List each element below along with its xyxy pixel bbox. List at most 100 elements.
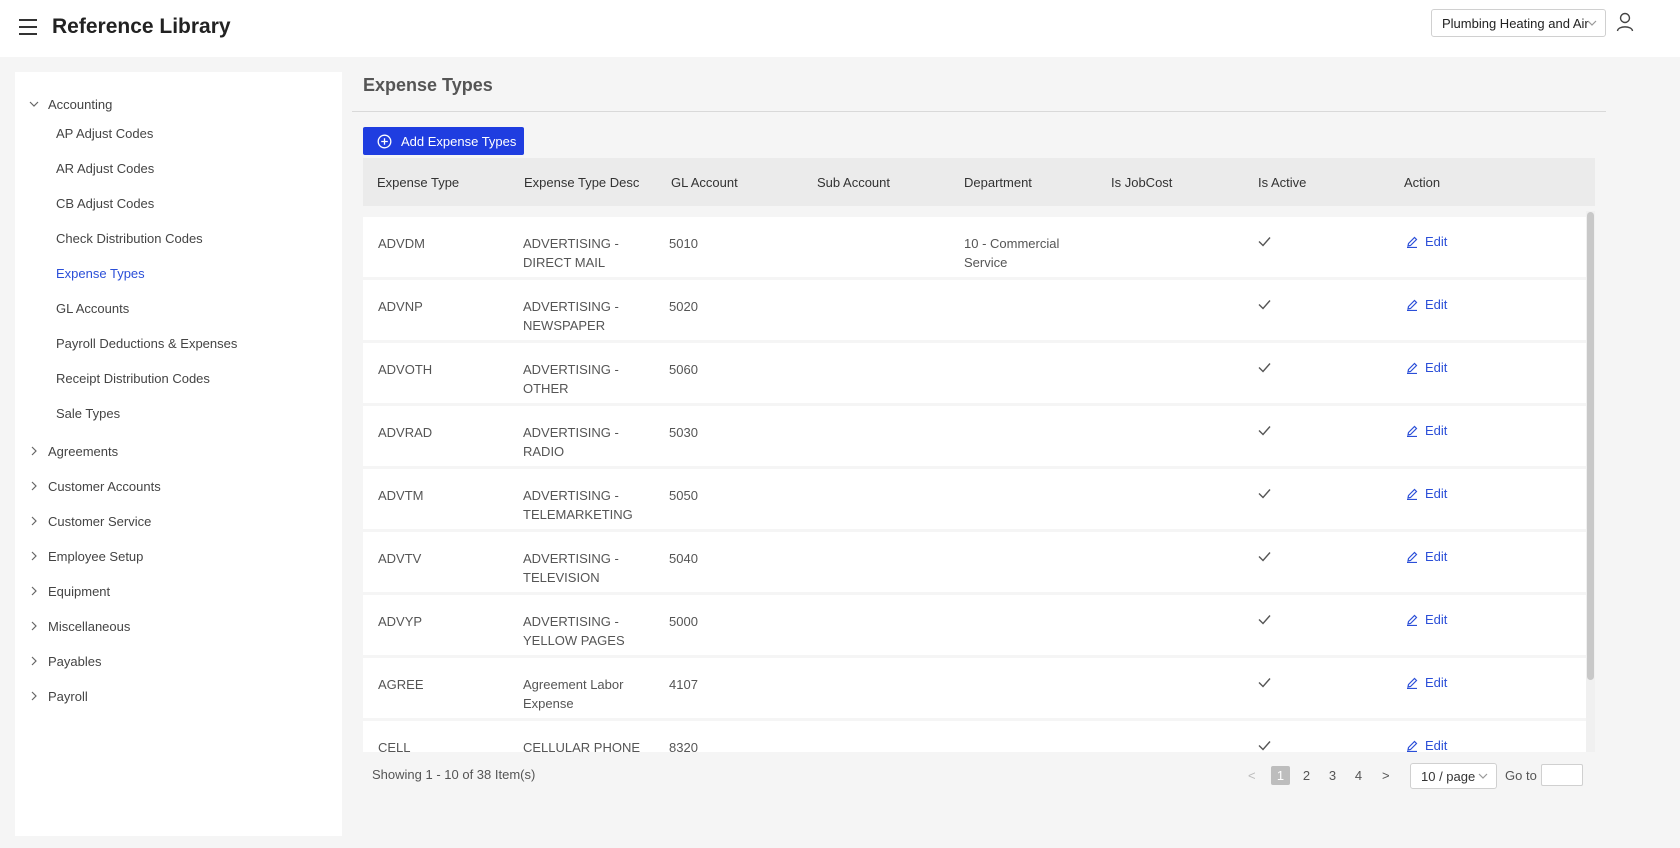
cell-expense-type-desc: ADVERTISING - OTHER — [523, 362, 619, 396]
sidebar-group-label: Employee Setup — [48, 549, 144, 564]
sidebar-group-payroll[interactable]: Payroll — [15, 684, 342, 710]
chevron-right-icon — [31, 446, 37, 456]
cell-gl-account: 8320 — [669, 740, 698, 752]
chevron-right-icon — [31, 481, 37, 491]
page-size-select[interactable]: 10 / page — [1410, 763, 1497, 789]
sidebar-group-equipment[interactable]: Equipment — [15, 579, 342, 605]
edit-icon — [1407, 362, 1418, 374]
edit-label: Edit — [1425, 612, 1448, 627]
page-title: Expense Types — [363, 75, 493, 95]
table-row: ADVDM ADVERTISING - DIRECT MAIL 5010 10 -… — [363, 217, 1586, 277]
table-row: AGREE Agreement Labor Expense 4107 Edit — [363, 658, 1586, 718]
edit-label: Edit — [1425, 360, 1448, 375]
column-header-is-jobcost[interactable]: Is JobCost — [1111, 175, 1172, 190]
page-button-2[interactable]: 2 — [1297, 766, 1316, 785]
chevron-right-icon — [31, 516, 37, 526]
top-header: Reference Library Plumbing Heating and A… — [0, 0, 1680, 57]
cell-expense-type: ADVOTH — [378, 362, 433, 377]
column-header-expense-type-desc[interactable]: Expense Type Desc — [524, 175, 639, 190]
sidebar-item-payroll-deductions[interactable]: Payroll Deductions & Expenses — [56, 336, 237, 358]
check-icon — [1258, 300, 1271, 310]
sidebar-group-label: Miscellaneous — [48, 619, 131, 634]
cell-gl-account: 5050 — [669, 488, 698, 503]
sidebar-group-miscellaneous[interactable]: Miscellaneous — [15, 614, 342, 640]
sidebar-item-gl-accounts[interactable]: GL Accounts — [56, 301, 129, 323]
chevron-down-icon — [1478, 773, 1488, 779]
cell-expense-type-desc: CELLULAR PHONE — [523, 740, 641, 752]
check-icon — [1258, 615, 1271, 625]
table-body[interactable]: ADVDM ADVERTISING - DIRECT MAIL 5010 10 -… — [363, 211, 1595, 752]
menu-icon[interactable] — [19, 19, 37, 35]
previous-page-button[interactable]: < — [1248, 768, 1256, 783]
column-header-is-active[interactable]: Is Active — [1258, 175, 1306, 190]
edit-label: Edit — [1425, 738, 1448, 752]
page-size-value: 10 / page — [1421, 769, 1476, 784]
add-button-label: Add Expense Types — [401, 134, 517, 149]
column-header-action: Action — [1404, 175, 1441, 190]
page-button-1[interactable]: 1 — [1271, 766, 1290, 785]
sidebar-item-ap-adjust-codes[interactable]: AP Adjust Codes — [56, 126, 153, 148]
app-title: Reference Library — [52, 15, 231, 38]
sidebar-group-label: Accounting — [48, 97, 113, 112]
edit-label: Edit — [1425, 675, 1448, 690]
company-select[interactable]: Plumbing Heating and Air — [1431, 9, 1606, 37]
column-header-sub-account[interactable]: Sub Account — [817, 175, 890, 190]
scrollbar-thumb[interactable] — [1587, 212, 1594, 680]
cell-department: 10 - Commercial Service — [964, 236, 1060, 270]
check-icon — [1258, 363, 1271, 373]
cell-expense-type-desc: ADVERTISING - TELEMARKETING — [523, 488, 633, 522]
goto-page-input[interactable] — [1541, 764, 1583, 786]
check-icon — [1258, 426, 1271, 436]
table-row: ADVYP ADVERTISING - YELLOW PAGES 5000 Edi… — [363, 595, 1586, 655]
sidebar-group-customer-service[interactable]: Customer Service — [15, 509, 342, 535]
add-expense-types-button[interactable]: Add Expense Types — [363, 127, 524, 155]
column-header-department[interactable]: Department — [964, 175, 1032, 190]
user-icon[interactable] — [1616, 12, 1634, 32]
sidebar-group-payables[interactable]: Payables — [15, 649, 342, 675]
goto-label: Go to — [1505, 768, 1537, 783]
cell-expense-type: ADVDM — [378, 236, 425, 251]
sidebar-item-expense-types[interactable]: Expense Types — [56, 266, 145, 288]
cell-expense-type: ADVNP — [378, 299, 423, 314]
sidebar-group-label: Customer Service — [48, 514, 152, 529]
cell-expense-type-desc: ADVERTISING - NEWSPAPER — [523, 299, 619, 333]
page-button-4[interactable]: 4 — [1349, 766, 1368, 785]
cell-expense-type: CELL — [378, 740, 411, 752]
chevron-right-icon — [31, 691, 37, 701]
cell-expense-type: ADVTV — [378, 551, 422, 566]
sidebar-item-receipt-distribution-codes[interactable]: Receipt Distribution Codes — [56, 371, 210, 393]
sidebar-group-customer-accounts[interactable]: Customer Accounts — [15, 474, 342, 500]
table-row: ADVTV ADVERTISING - TELEVISION 5040 Edit — [363, 532, 1586, 592]
sidebar-group-employee-setup[interactable]: Employee Setup — [15, 544, 342, 570]
sidebar-item-ar-adjust-codes[interactable]: AR Adjust Codes — [56, 161, 154, 183]
company-select-value: Plumbing Heating and Air — [1442, 16, 1589, 31]
edit-icon — [1407, 677, 1418, 689]
cell-gl-account: 5010 — [669, 236, 698, 251]
chevron-right-icon — [31, 586, 37, 596]
cell-gl-account: 5030 — [669, 425, 698, 440]
edit-label: Edit — [1425, 486, 1448, 501]
edit-icon — [1407, 236, 1418, 248]
table-header: Expense Type Expense Type Desc GL Accoun… — [363, 158, 1595, 206]
next-page-button[interactable]: > — [1382, 768, 1390, 783]
edit-label: Edit — [1425, 549, 1448, 564]
edit-icon — [1407, 740, 1418, 752]
sidebar-item-sale-types[interactable]: Sale Types — [56, 406, 120, 428]
column-header-gl-account[interactable]: GL Account — [671, 175, 738, 190]
sidebar-item-cb-adjust-codes[interactable]: CB Adjust Codes — [56, 196, 154, 218]
edit-icon — [1407, 299, 1418, 311]
pagination-summary: Showing 1 - 10 of 38 Item(s) — [372, 767, 536, 782]
check-icon — [1258, 678, 1271, 688]
check-icon — [1258, 237, 1271, 247]
cell-expense-type: ADVRAD — [378, 425, 433, 440]
column-header-expense-type[interactable]: Expense Type — [377, 175, 459, 190]
page-button-3[interactable]: 3 — [1323, 766, 1342, 785]
sidebar-item-check-distribution-codes[interactable]: Check Distribution Codes — [56, 231, 203, 253]
sidebar-group-accounting[interactable]: Accounting — [15, 92, 342, 118]
check-icon — [1258, 552, 1271, 562]
cell-expense-type-desc: Agreement Labor Expense — [523, 677, 624, 711]
cell-expense-type-desc: ADVERTISING - TELEVISION — [523, 551, 619, 585]
cell-gl-account: 5000 — [669, 614, 698, 629]
sidebar-group-agreements[interactable]: Agreements — [15, 439, 342, 465]
cell-expense-type-desc: ADVERTISING - DIRECT MAIL — [523, 236, 619, 270]
